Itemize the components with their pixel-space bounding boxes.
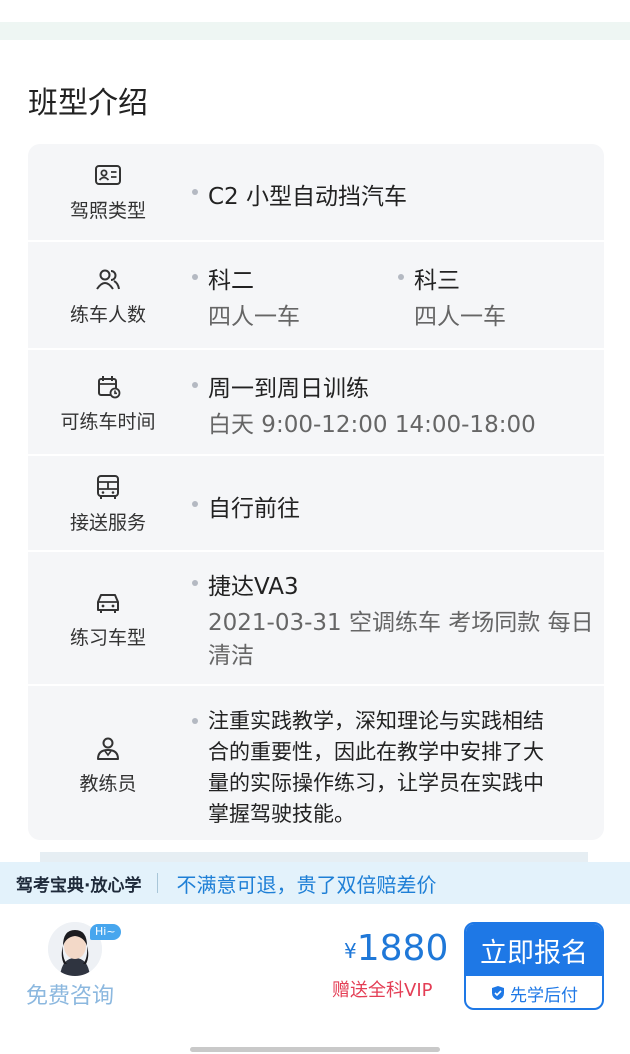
subject-three-title: 科三 <box>414 268 460 294</box>
row-label: 接送服务 <box>69 511 146 534</box>
banner-brand: 驾考宝典·放心学 <box>16 875 142 896</box>
row-coach: 教练员 注重实践教学，深知理论与实践相结 合的重要性，因此在教学中安排了大 量的… <box>28 684 604 840</box>
row-shuttle-service: 接送服务 自行前往 <box>28 454 604 550</box>
enroll-button[interactable]: 立即报名 先学后付 <box>464 922 604 1010</box>
row-training-time: 可练车时间 周一到周日训练 白天 9:00-12:00 14:00-18:00 <box>28 348 604 454</box>
subject-two-title: 科二 <box>208 268 254 294</box>
banner-shadow <box>40 852 588 862</box>
row-car-model: 练习车型 捷达VA3 2021-03-31 空调练车 考场同款 每日 清洁 <box>28 550 604 684</box>
license-card-icon <box>93 160 123 190</box>
coach-icon <box>93 733 123 763</box>
shuttle-value: 自行前往 <box>208 496 300 522</box>
coach-line-4: 掌握驾驶技能。 <box>208 802 355 826</box>
row-label: 可练车时间 <box>60 410 156 433</box>
training-days: 周一到周日训练 <box>208 376 369 402</box>
class-info-card: 驾照类型 C2 小型自动挡汽车 练车人数 科二 四人一车 科三 四人一车 可练车… <box>28 144 604 840</box>
free-consult-button[interactable]: 免费咨询 <box>26 978 114 1010</box>
banner-slogan: 不满意可退，贵了双倍赔差价 <box>176 872 437 897</box>
top-divider-band <box>0 22 630 40</box>
bullet-dot <box>192 189 198 195</box>
car-model-name: 捷达VA3 <box>208 574 299 600</box>
bullet-dot <box>192 580 198 586</box>
pay-later-option: 先学后付 <box>466 976 602 1008</box>
banner-divider <box>157 873 159 893</box>
car-icon <box>93 587 123 617</box>
enroll-label: 立即报名 <box>466 924 602 976</box>
calendar-clock-icon <box>93 371 123 401</box>
shield-icon <box>490 985 506 1001</box>
subject-two-value: 四人一车 <box>208 304 300 330</box>
price: ¥1880 <box>344 928 448 969</box>
car-model-detail-line1: 2021-03-31 空调练车 考场同款 每日 <box>208 610 594 636</box>
guarantee-banner[interactable]: 驾考宝典·放心学 不满意可退，贵了双倍赔差价 <box>0 862 630 904</box>
subject-three-value: 四人一车 <box>414 304 506 330</box>
bullet-dot <box>192 501 198 507</box>
row-people-count: 练车人数 科二 四人一车 科三 四人一车 <box>28 240 604 348</box>
row-label: 驾照类型 <box>69 199 146 222</box>
training-hours: 白天 9:00-12:00 14:00-18:00 <box>208 412 536 438</box>
row-license-type: 驾照类型 C2 小型自动挡汽车 <box>28 144 604 238</box>
car-model-detail-line2: 清洁 <box>208 643 254 669</box>
bullet-dot <box>192 382 198 388</box>
row-label: 练习车型 <box>69 626 146 649</box>
people-icon <box>93 264 123 294</box>
bullet-dot <box>398 274 404 280</box>
bullet-dot <box>192 718 198 724</box>
row-label: 练车人数 <box>69 303 146 326</box>
coach-line-3: 量的实际操作练习，让学员在实践中 <box>208 771 544 795</box>
bus-icon <box>93 472 123 502</box>
section-title: 班型介绍 <box>28 86 148 121</box>
coach-line-1: 注重实践教学，深知理论与实践相结 <box>208 709 544 733</box>
hi-badge: Hi~ <box>90 924 121 940</box>
vip-gift-text: 赠送全科VIP <box>332 980 433 1001</box>
home-indicator <box>190 1047 440 1052</box>
row-label: 教练员 <box>79 772 137 795</box>
currency-symbol: ¥ <box>344 939 357 963</box>
coach-line-2: 合的重要性，因此在教学中安排了大 <box>208 740 544 764</box>
bullet-dot <box>192 274 198 280</box>
pay-later-label: 先学后付 <box>510 985 578 1006</box>
price-value: 1880 <box>356 928 449 969</box>
license-type-value: C2 小型自动挡汽车 <box>208 184 408 210</box>
